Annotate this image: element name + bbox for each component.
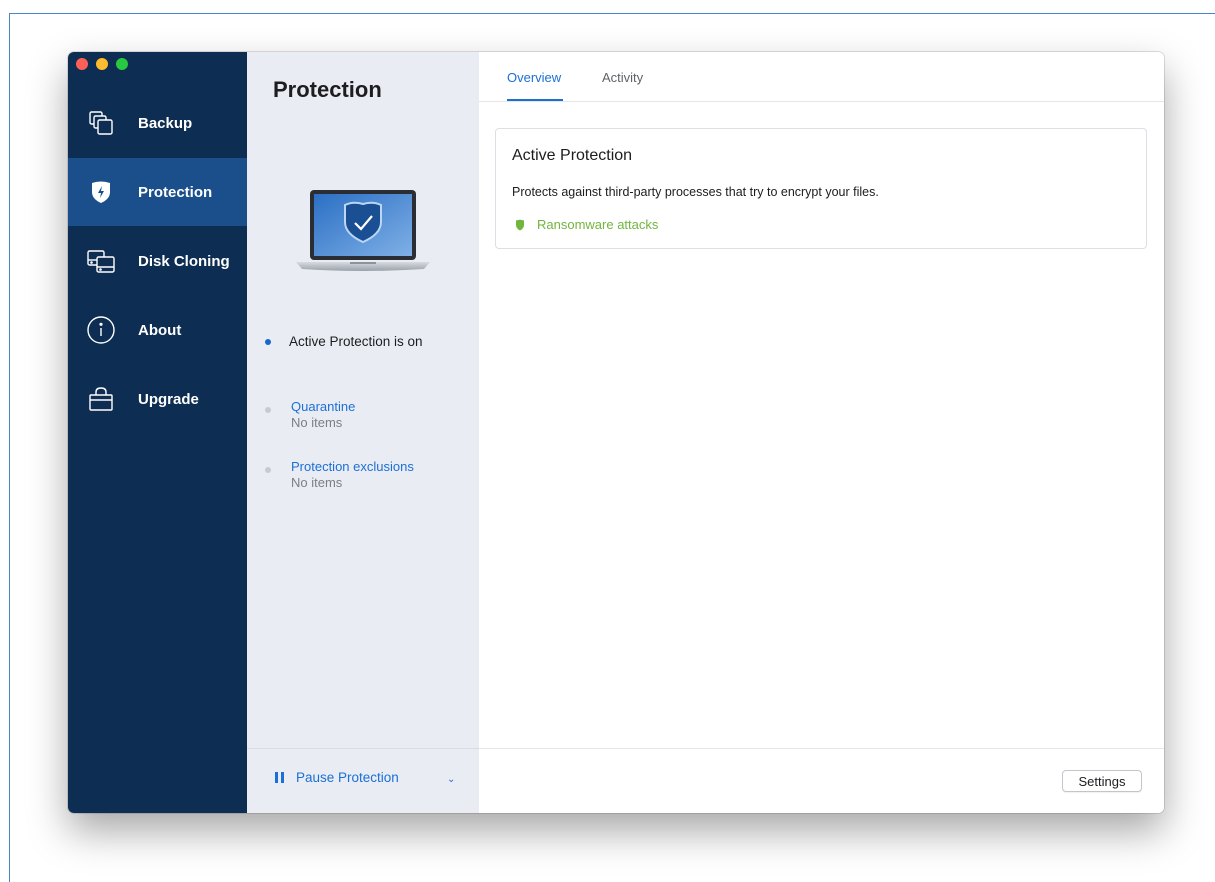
disk-cloning-icon <box>86 246 116 276</box>
settings-button[interactable]: Settings <box>1062 770 1142 792</box>
card-description: Protects against third-party processes t… <box>512 185 879 199</box>
ransomware-feature-label: Ransomware attacks <box>537 217 659 232</box>
protection-exclusions-link[interactable]: Protection exclusions <box>291 459 414 474</box>
active-tab-indicator <box>507 99 563 101</box>
close-window-button[interactable] <box>76 58 88 70</box>
sidebar-item-protection[interactable]: Protection <box>68 158 247 226</box>
exclusions-item: Protection exclusions No items <box>265 459 414 490</box>
tab-bar: Overview Activity <box>479 52 1164 102</box>
sidebar-item-label: Disk Cloning <box>138 252 230 270</box>
shopping-bag-icon <box>86 384 116 414</box>
shield-icon <box>86 177 116 207</box>
quarantine-item: Quarantine No items <box>265 399 355 430</box>
status-dot <box>265 338 271 345</box>
ransomware-feature: Ransomware attacks <box>515 217 658 232</box>
tab-activity[interactable]: Activity <box>602 70 643 85</box>
sidebar-item-about[interactable]: About <box>68 296 247 364</box>
chevron-down-icon[interactable]: ⌄ <box>447 774 455 785</box>
main-content: Overview Activity Active Protection Prot… <box>479 52 1164 813</box>
sidebar: Backup Protection Disk Cloning About Upg… <box>68 52 247 813</box>
page-title: Protection <box>273 77 382 102</box>
active-protection-card: Active Protection Protects against third… <box>495 128 1147 249</box>
shield-small-icon <box>516 219 524 230</box>
quarantine-link[interactable]: Quarantine <box>291 399 355 414</box>
sidebar-item-label: Backup <box>138 114 193 132</box>
frame-border-left <box>9 13 10 882</box>
window-controls <box>76 58 128 70</box>
info-icon <box>86 315 116 345</box>
sidebar-item-label: Protection <box>138 183 213 201</box>
sidebar-item-upgrade[interactable]: Upgrade <box>68 365 247 433</box>
pause-protection-label: Pause Protection <box>296 770 399 785</box>
protection-status: Active Protection is on <box>265 334 423 349</box>
zoom-window-button[interactable] <box>116 58 128 70</box>
backup-copy-icon <box>86 108 116 138</box>
tab-overview[interactable]: Overview <box>507 70 561 85</box>
sidebar-item-label: Upgrade <box>138 390 199 408</box>
card-title: Active Protection <box>512 147 633 164</box>
pane-footer: Pause Protection ⌄ <box>247 748 479 813</box>
protection-status-text: Active Protection is on <box>289 334 423 349</box>
pause-protection-button[interactable]: Pause Protection <box>275 770 399 785</box>
sidebar-item-disk-cloning[interactable]: Disk Cloning <box>68 227 247 295</box>
laptop-shield-illustration <box>292 187 434 282</box>
protection-pane: Protection Active Protection is on Quara… <box>247 52 479 813</box>
app-window: Backup Protection Disk Cloning About Upg… <box>68 52 1164 813</box>
exclusions-count: No items <box>291 475 343 490</box>
frame-border-top <box>9 13 1215 14</box>
sidebar-item-label: About <box>138 321 182 339</box>
sidebar-item-backup[interactable]: Backup <box>68 89 247 157</box>
status-dot <box>265 467 271 473</box>
minimize-window-button[interactable] <box>96 58 108 70</box>
status-dot <box>265 407 271 413</box>
content-footer: Settings <box>479 748 1164 813</box>
pause-icon <box>275 772 284 783</box>
quarantine-count: No items <box>291 415 343 430</box>
